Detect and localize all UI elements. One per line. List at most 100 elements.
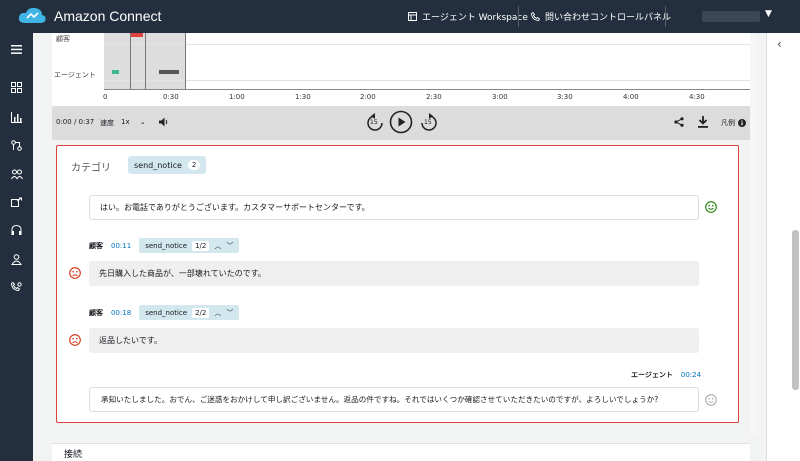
download-icon[interactable] (698, 116, 708, 128)
ccp-link[interactable]: 問い合わせコントロールパネル (531, 10, 671, 23)
chevron-down-icon: ⌄ (64, 446, 72, 456)
time-tick: 4:00 (623, 93, 639, 101)
phone-settings-icon[interactable] (8, 279, 25, 296)
agent-workspace-label: エージェント Workspace (422, 13, 528, 23)
customer-speech-segment (131, 33, 143, 37)
speed-select[interactable]: 1x ⌄ (121, 118, 146, 126)
chevron-up-icon[interactable]: ︿ (214, 308, 221, 318)
page-scrollbar-thumb[interactable] (792, 230, 799, 390)
message-text: 返品したいです。 (99, 336, 162, 345)
forward-15-button[interactable]: 15 (418, 112, 440, 134)
chevron-left-icon[interactable]: ‹ (777, 37, 782, 51)
connect-section-header[interactable]: 接続 ⌄ (52, 443, 750, 461)
main-content: 顧客 エージェント 0 0:30 1:00 1:30 2:00 2:30 3:0… (52, 33, 750, 461)
agent-message: 承知いたしました。おでん、ご迷惑をおかけして申し訳ございません。返品の件ですね。… (89, 387, 699, 412)
routing-icon[interactable] (8, 137, 25, 154)
time-tick: 2:30 (426, 93, 442, 101)
chevron-up-icon[interactable]: ︿ (214, 241, 221, 251)
customer-message: 返品したいです。 (89, 328, 699, 353)
time-tick: 1:30 (295, 93, 311, 101)
forward-seconds: 15 (424, 119, 432, 126)
agent-message: はい。お電話でありがとうございます。カスタマーサポートセンターです。 (89, 195, 699, 220)
category-chip[interactable]: send_notice 2 (128, 156, 207, 174)
play-button[interactable] (389, 110, 413, 136)
timeline-marker[interactable] (185, 33, 186, 89)
customer-message: 先日購入した商品が、一部壊れていたのです。 (89, 261, 699, 286)
time-tick: 0:30 (163, 93, 179, 101)
message-text: はい。お電話でありがとうございます。カスタマーサポートセンターです。 (100, 203, 370, 212)
agent-workspace-link[interactable]: エージェント Workspace (408, 10, 528, 23)
workspace-icon (408, 12, 417, 21)
divider (518, 6, 519, 27)
time-tick: 3:30 (557, 93, 573, 101)
message-meta: 顧客 00:18 send_notice 2/2 ︿ ﹀ (89, 305, 240, 320)
analytics-icon[interactable] (8, 109, 25, 126)
time-tick: 3:00 (492, 93, 508, 101)
timestamp-link[interactable]: 00:24 (681, 371, 701, 379)
customer-track (104, 44, 750, 45)
rewind-seconds: 15 (370, 119, 378, 126)
volume-icon[interactable] (159, 117, 169, 127)
speed-label: 速度 (100, 119, 114, 127)
speaker-label: エージェント (631, 371, 673, 379)
category-tag-chip: send_notice 2/2 ︿ ﹀ (139, 305, 240, 320)
legend-button[interactable]: 凡例 (721, 118, 746, 128)
time-tick: 2:00 (360, 93, 376, 101)
timestamp-link[interactable]: 00:11 (111, 242, 131, 250)
top-navigation-bar: Amazon Connect エージェント Workspace 問い合わせコント… (0, 0, 800, 33)
categories-title: カテゴリ (71, 163, 111, 174)
legend-label: 凡例 (721, 119, 735, 127)
agent-speech-segment (159, 70, 179, 74)
content-scrollbar[interactable] (750, 35, 757, 435)
timeline-marker[interactable] (130, 33, 131, 89)
agent-track (104, 80, 750, 81)
chevron-down-icon[interactable]: ﹀ (226, 241, 233, 251)
time-tick: 4:30 (689, 93, 705, 101)
chevron-down-icon: ⌄ (139, 118, 146, 126)
side-navigation (0, 33, 33, 461)
audio-timeline: 顧客 エージェント 0 0:30 1:00 1:30 2:00 2:30 3:0… (52, 33, 750, 106)
message-text: 承知いたしました。おでん、ご迷惑をおかけして申し訳ございません。返品の件ですね。… (101, 395, 659, 404)
agent-speech-segment (112, 70, 119, 74)
category-count-badge: 2 (187, 160, 201, 170)
menu-icon[interactable] (8, 41, 25, 58)
speaker-label: 顧客 (89, 308, 103, 317)
message-meta: エージェント 00:24 (631, 370, 701, 380)
divider (665, 6, 666, 27)
timeline-row-label: エージェント (54, 71, 96, 79)
tag-label: send_notice (145, 241, 188, 250)
chevron-down-icon[interactable]: ﹀ (226, 308, 233, 318)
time-tick: 1:00 (229, 93, 245, 101)
message-text: 先日購入した商品が、一部壊れていたのです。 (99, 269, 266, 278)
timestamp-link[interactable]: 00:18 (111, 309, 131, 317)
tag-pager: 1/2 (192, 240, 210, 251)
playback-controls: 0:00 / 0:37 速度 1x ⌄ 15 15 凡例 (52, 106, 750, 140)
message-meta: 顧客 00:11 send_notice 1/2 ︿ ﹀ (89, 238, 240, 253)
time-axis (104, 89, 750, 90)
dashboard-icon[interactable] (8, 79, 25, 96)
timeline-marker[interactable] (145, 33, 146, 89)
app-title: Amazon Connect (54, 8, 162, 24)
category-tag-chip: send_notice 1/2 ︿ ﹀ (139, 238, 240, 253)
negative-sentiment-icon (69, 334, 81, 346)
ccp-label: 問い合わせコントロールパネル (545, 13, 672, 23)
user-profile-icon[interactable] (8, 251, 25, 268)
rewind-15-button[interactable]: 15 (364, 112, 386, 134)
headset-icon[interactable] (8, 222, 25, 239)
speaker-label: 顧客 (89, 241, 103, 250)
speed-value: 1x (121, 118, 130, 126)
users-icon[interactable] (8, 166, 25, 183)
positive-sentiment-icon (705, 201, 717, 213)
negative-sentiment-icon (69, 267, 81, 279)
tag-pager: 2/2 (192, 307, 210, 318)
user-name-redacted[interactable] (702, 11, 760, 22)
neutral-sentiment-icon (705, 394, 717, 406)
channels-icon[interactable] (8, 194, 25, 211)
play-icon (389, 110, 413, 134)
amazon-connect-logo-icon (17, 6, 47, 30)
user-menu-caret-icon[interactable]: ▼ (765, 9, 772, 19)
share-icon[interactable] (674, 117, 684, 127)
categories-panel: カテゴリ send_notice 2 はい。お電話でありがとうございます。カスタ… (56, 145, 739, 423)
playback-time: 0:00 / 0:37 (56, 118, 95, 126)
tag-label: send_notice (145, 308, 188, 317)
